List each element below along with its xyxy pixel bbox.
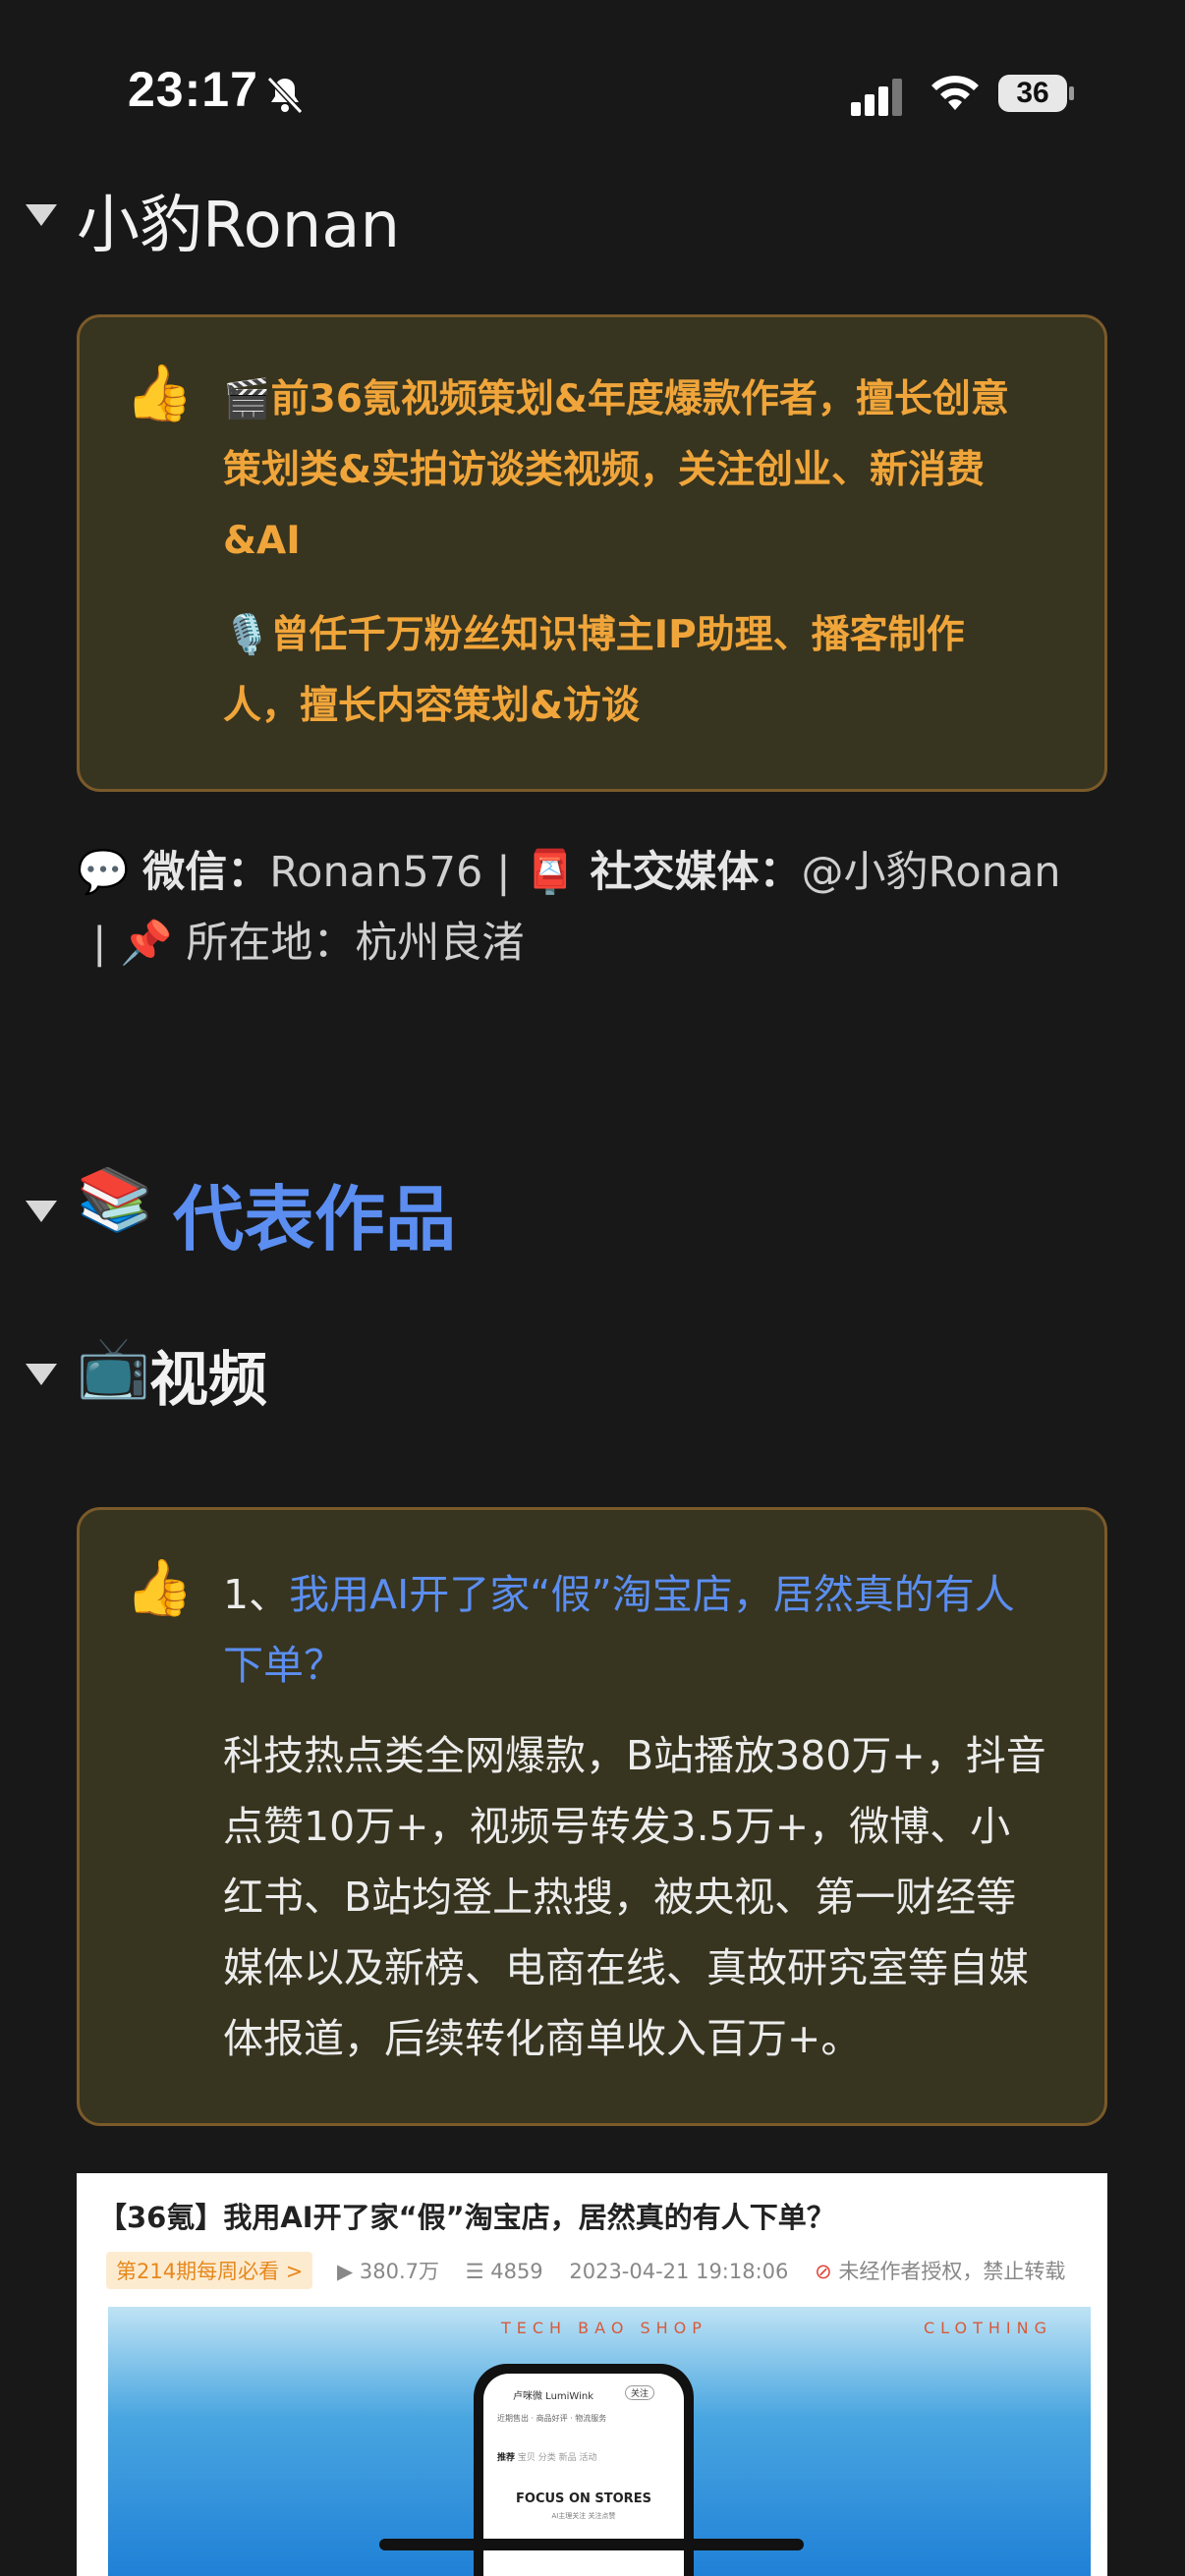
weekly-tag[interactable]: 第214期每周必看 >	[106, 2252, 313, 2289]
store-follow-button: 关注	[624, 2385, 654, 2400]
speech-bubble-icon: 💬	[77, 848, 130, 897]
bio-line-1: 🎬前36氪视频策划&年度爆款作者，擅长创意策划类&实拍访谈类视频，关注创业、新消…	[223, 377, 1009, 563]
bell-muted-icon	[266, 76, 304, 115]
social-value[interactable]: @小豹Ronan	[801, 848, 1060, 897]
video-toggle[interactable]	[26, 1364, 57, 1385]
microphone-icon: 🎙️	[223, 613, 271, 657]
store-focus-title: FOCUS ON STORES	[516, 2492, 651, 2506]
status-time: 23:17	[128, 62, 258, 117]
wechat-value: Ronan576 |	[269, 848, 511, 897]
cellular-signal-icon	[851, 79, 902, 116]
store-tabs: 推荐 宝贝 分类 新品 活动	[497, 2450, 596, 2463]
video-thumbnail[interactable]: TECH BAO SHOP CLOTHING 卢咪微 LumiWink 关注 近…	[108, 2307, 1091, 2576]
bio-callout: 👍 🎬前36氪视频策划&年度爆款作者，擅长创意策划类&实拍访谈类视频，关注创业、…	[77, 314, 1107, 792]
pushpin-icon: 📌	[120, 919, 173, 968]
thumbnail-banner: TECH BAO SHOP	[501, 2319, 707, 2337]
publish-date: 2023-04-21 19:18:06	[569, 2260, 789, 2283]
store-focus-sub: AI主理关注 关注点赞	[551, 2512, 616, 2520]
video-heading: 视频	[149, 1346, 267, 1415]
books-icon: 📚	[77, 1163, 153, 1235]
video-title: 【36氪】我用AI开了家“假”淘宝店，居然真的有人下单？	[98, 2201, 835, 2234]
no-entry-icon: ⊘	[815, 2260, 832, 2283]
thumbs-up-icon: 👍	[125, 362, 194, 425]
thumbs-up-icon: 👍	[125, 1556, 194, 1620]
works-heading: 代表作品	[173, 1178, 457, 1260]
play-count: 380.7万	[359, 2260, 440, 2283]
battery-level: 36	[1016, 77, 1049, 109]
comment-icon: ☰	[465, 2260, 484, 2283]
store-tab-list: 宝贝 分类 新品 活动	[517, 2453, 597, 2463]
comment-count: 4859	[490, 2260, 543, 2283]
store-stats: 近期售出 · 商品好评 · 物流服务	[497, 2414, 607, 2423]
play-count-icon: ▶	[337, 2260, 354, 2283]
bio-line-2: 🎙️曾任千万粉丝知识博主IP助理、播客制作人，擅长内容策划&访谈	[223, 613, 965, 728]
location: 所在地：杭州良渚	[186, 919, 525, 968]
postbox-icon: 📮	[524, 848, 577, 897]
battery-indicator: 36	[998, 71, 1077, 116]
profile-toggle[interactable]	[26, 204, 57, 226]
work-item-link[interactable]: 我用AI开了家“假”淘宝店，居然真的有人下单？	[223, 1571, 1015, 1689]
store-brand: 卢咪微 LumiWink	[513, 2391, 594, 2402]
separator: |	[92, 919, 107, 968]
works-toggle[interactable]	[26, 1201, 57, 1222]
clapper-icon: 🎬	[223, 377, 271, 421]
work-item-header: 1、我用AI开了家“假”淘宝店，居然真的有人下单？	[223, 1559, 1048, 1701]
work-item-callout: 👍 1、我用AI开了家“假”淘宝店，居然真的有人下单？ 科技热点类全网爆款，B站…	[77, 1507, 1107, 2126]
television-icon: 📺	[77, 1333, 150, 1402]
video-meta-row: 第214期每周必看 > ▶ 380.7万 ☰ 4859 2023-04-21 1…	[106, 2252, 1065, 2289]
work-item-description: 科技热点类全网爆款，B站播放380万+，抖音点赞10万+，视频号转发3.5万+，…	[223, 1732, 1046, 2062]
store-tab-active: 推荐	[497, 2453, 516, 2463]
copyright-notice: 未经作者授权，禁止转载	[838, 2260, 1066, 2283]
contact-info: 💬 微信：Ronan576 | 📮 社交媒体：@小豹Ronan | 📌 所在地：…	[77, 837, 1107, 979]
thumbnail-banner-right: CLOTHING	[924, 2319, 1052, 2337]
social-label: 社交媒体：	[590, 848, 802, 897]
video-preview-card[interactable]: 【36氪】我用AI开了家“假”淘宝店，居然真的有人下单？ 第214期每周必看 >…	[77, 2173, 1107, 2576]
profile-name: 小豹Ronan	[77, 190, 401, 262]
work-item-number: 1、	[223, 1571, 290, 1618]
home-indicator[interactable]	[379, 2539, 804, 2550]
wifi-icon	[931, 76, 979, 110]
wechat-label: 微信：	[142, 848, 270, 897]
